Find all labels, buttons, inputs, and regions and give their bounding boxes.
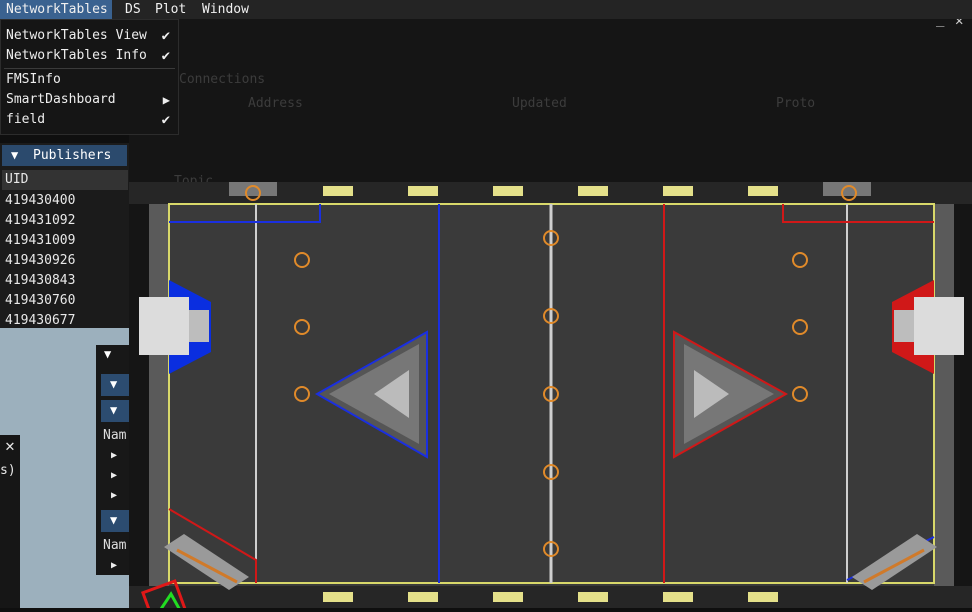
- table-row[interactable]: 419430400: [5, 191, 75, 211]
- menu-ds[interactable]: DS: [119, 0, 147, 19]
- proto-column: Proto: [776, 96, 816, 111]
- menu-item-label: FMSInfo: [6, 72, 61, 87]
- menu-item-label: field: [6, 112, 46, 127]
- checkmark-icon: ✔: [161, 112, 170, 128]
- chevron-right-icon[interactable]: ▶: [111, 470, 117, 481]
- collapse-arrow-icon[interactable]: ▼: [104, 347, 111, 361]
- chevron-down-icon: ▼: [110, 513, 118, 527]
- menu-item-label: NetworkTables Info: [6, 48, 147, 63]
- updated-column: Updated: [512, 96, 567, 111]
- menu-item-label: SmartDashboard: [6, 92, 116, 107]
- menu-item-networktables-view[interactable]: NetworkTables View ✔: [6, 26, 174, 46]
- connections-label: Connections: [179, 72, 266, 87]
- menu-item-label: NetworkTables View: [6, 28, 147, 43]
- partial-window: s): [0, 457, 20, 608]
- menubar: NetworkTables DS Plot Window: [0, 0, 972, 19]
- networktables-window: Connections Address Updated Proto Topic …: [129, 11, 972, 189]
- publishers-header[interactable]: ▼ Publishers: [2, 145, 127, 166]
- menu-separator: [4, 68, 175, 69]
- address-column: Address: [248, 96, 303, 111]
- publishers-title: Publishers: [33, 148, 112, 163]
- partial-text: s): [0, 463, 16, 478]
- chevron-down-icon: ▼: [110, 377, 118, 391]
- tree-node-toggle[interactable]: ▼: [101, 510, 129, 532]
- chevron-right-icon[interactable]: ▶: [111, 490, 117, 501]
- collapse-arrow-icon: ▼: [11, 148, 19, 162]
- tree-node-toggle[interactable]: ▼: [101, 374, 129, 396]
- name-column-label: Nam: [103, 538, 127, 553]
- close-icon[interactable]: ✕: [0, 435, 20, 457]
- menu-window[interactable]: Window: [196, 0, 255, 19]
- checkmark-icon: ✔: [161, 48, 170, 64]
- menu-item-networktables-info[interactable]: NetworkTables Info ✔: [6, 46, 174, 66]
- uid-header-label: UID: [5, 172, 29, 187]
- table-row[interactable]: 419431009: [5, 231, 75, 251]
- chevron-down-icon: ▼: [110, 403, 118, 417]
- menu-item-smartdashboard[interactable]: SmartDashboard ▶: [6, 90, 174, 110]
- chevron-right-icon[interactable]: ▶: [111, 560, 117, 571]
- checkmark-icon: ✔: [161, 28, 170, 44]
- field-view[interactable]: [129, 182, 972, 612]
- tree-node-toggle[interactable]: ▼: [101, 400, 129, 422]
- table-row[interactable]: 419430843: [5, 271, 75, 291]
- name-column-label: Nam: [103, 428, 127, 443]
- submenu-arrow-icon: ▶: [162, 93, 170, 107]
- table-row[interactable]: 419431092: [5, 211, 75, 231]
- field-image[interactable]: [129, 182, 972, 612]
- networktables-menu: NetworkTables View ✔ NetworkTables Info …: [0, 19, 179, 135]
- menu-item-field[interactable]: field ✔: [6, 110, 174, 130]
- uid-column-header[interactable]: UID: [2, 170, 128, 190]
- menu-plot[interactable]: Plot: [149, 0, 192, 19]
- table-row[interactable]: 419430926: [5, 251, 75, 271]
- menu-networktables[interactable]: NetworkTables: [0, 0, 112, 19]
- chevron-right-icon[interactable]: ▶: [111, 450, 117, 461]
- menu-item-fmsinfo[interactable]: FMSInfo: [6, 70, 174, 90]
- table-row[interactable]: 419430760: [5, 291, 75, 311]
